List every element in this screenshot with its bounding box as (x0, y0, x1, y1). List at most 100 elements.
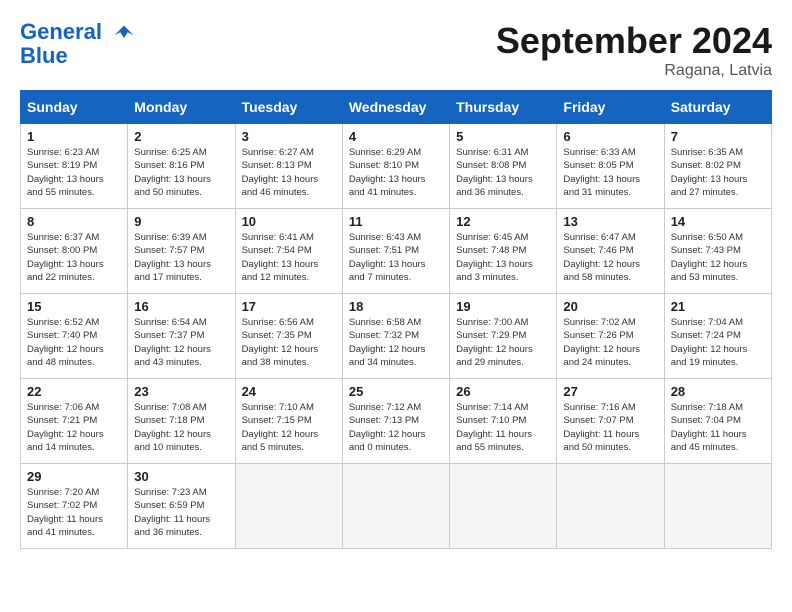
calendar-cell: 8 Sunrise: 6:37 AM Sunset: 8:00 PM Daylig… (21, 209, 128, 294)
day-info: Sunrise: 6:37 AM Sunset: 8:00 PM Dayligh… (27, 231, 121, 284)
calendar-cell: 3 Sunrise: 6:27 AM Sunset: 8:13 PM Daylig… (235, 124, 342, 209)
logo: General Blue (20, 20, 138, 68)
day-info: Sunrise: 7:12 AM Sunset: 7:13 PM Dayligh… (349, 401, 443, 454)
day-number: 22 (27, 384, 121, 399)
day-number: 18 (349, 299, 443, 314)
calendar-cell: 28 Sunrise: 7:18 AM Sunset: 7:04 PM Dayli… (664, 379, 771, 464)
calendar-cell: 15 Sunrise: 6:52 AM Sunset: 7:40 PM Dayli… (21, 294, 128, 379)
month-title: September 2024 (496, 20, 772, 62)
day-number: 3 (242, 129, 336, 144)
day-number: 19 (456, 299, 550, 314)
calendar-week-row: 1Sunrise: 6:23 AM Sunset: 8:19 PM Daylig… (21, 124, 772, 209)
header: General Blue September 2024 Ragana, Latv… (20, 20, 772, 80)
day-info: Sunrise: 7:06 AM Sunset: 7:21 PM Dayligh… (27, 401, 121, 454)
calendar-cell (664, 464, 771, 549)
calendar-cell (235, 464, 342, 549)
day-number: 15 (27, 299, 121, 314)
day-info: Sunrise: 6:23 AM Sunset: 8:19 PM Dayligh… (27, 146, 121, 199)
day-info: Sunrise: 6:58 AM Sunset: 7:32 PM Dayligh… (349, 316, 443, 369)
day-number: 13 (563, 214, 657, 229)
day-info: Sunrise: 6:52 AM Sunset: 7:40 PM Dayligh… (27, 316, 121, 369)
day-number: 6 (563, 129, 657, 144)
logo-bird-icon (110, 22, 138, 44)
day-number: 5 (456, 129, 550, 144)
weekday-header: Monday (128, 91, 235, 124)
day-number: 20 (563, 299, 657, 314)
day-info: Sunrise: 7:14 AM Sunset: 7:10 PM Dayligh… (456, 401, 550, 454)
day-number: 7 (671, 129, 765, 144)
weekday-header: Friday (557, 91, 664, 124)
calendar-week-row: 29 Sunrise: 7:20 AM Sunset: 7:02 PM Dayli… (21, 464, 772, 549)
calendar-week-row: 22 Sunrise: 7:06 AM Sunset: 7:21 PM Dayli… (21, 379, 772, 464)
calendar-cell: 30 Sunrise: 7:23 AM Sunset: 6:59 PM Dayli… (128, 464, 235, 549)
day-info: Sunrise: 6:35 AM Sunset: 8:02 PM Dayligh… (671, 146, 765, 199)
location: Ragana, Latvia (496, 62, 772, 80)
calendar-cell: 23 Sunrise: 7:08 AM Sunset: 7:18 PM Dayli… (128, 379, 235, 464)
calendar-cell: 25Sunrise: 7:12 AM Sunset: 7:13 PM Dayli… (342, 379, 449, 464)
day-number: 30 (134, 469, 228, 484)
calendar-week-row: 15 Sunrise: 6:52 AM Sunset: 7:40 PM Dayli… (21, 294, 772, 379)
day-number: 12 (456, 214, 550, 229)
logo-blue: Blue (20, 44, 138, 68)
day-number: 10 (242, 214, 336, 229)
weekday-header: Sunday (21, 91, 128, 124)
calendar-cell: 12Sunrise: 6:45 AM Sunset: 7:48 PM Dayli… (450, 209, 557, 294)
calendar-week-row: 8 Sunrise: 6:37 AM Sunset: 8:00 PM Daylig… (21, 209, 772, 294)
calendar-table: SundayMondayTuesdayWednesdayThursdayFrid… (20, 90, 772, 549)
calendar-cell: 19 Sunrise: 7:00 AM Sunset: 7:29 PM Dayli… (450, 294, 557, 379)
day-number: 17 (242, 299, 336, 314)
calendar-cell (557, 464, 664, 549)
weekday-header: Saturday (664, 91, 771, 124)
calendar-cell: 4 Sunrise: 6:29 AM Sunset: 8:10 PM Daylig… (342, 124, 449, 209)
weekday-header: Tuesday (235, 91, 342, 124)
calendar-cell: 22 Sunrise: 7:06 AM Sunset: 7:21 PM Dayli… (21, 379, 128, 464)
calendar-cell: 6 Sunrise: 6:33 AM Sunset: 8:05 PM Daylig… (557, 124, 664, 209)
day-info: Sunrise: 6:31 AM Sunset: 8:08 PM Dayligh… (456, 146, 550, 199)
calendar-cell: 7 Sunrise: 6:35 AM Sunset: 8:02 PM Daylig… (664, 124, 771, 209)
calendar-cell: 26 Sunrise: 7:14 AM Sunset: 7:10 PM Dayli… (450, 379, 557, 464)
day-number: 28 (671, 384, 765, 399)
day-number: 27 (563, 384, 657, 399)
day-info: Sunrise: 6:47 AM Sunset: 7:46 PM Dayligh… (563, 231, 657, 284)
calendar-cell (450, 464, 557, 549)
calendar-cell: 29 Sunrise: 7:20 AM Sunset: 7:02 PM Dayli… (21, 464, 128, 549)
day-number: 8 (27, 214, 121, 229)
day-info: Sunrise: 7:18 AM Sunset: 7:04 PM Dayligh… (671, 401, 765, 454)
day-info: Sunrise: 7:00 AM Sunset: 7:29 PM Dayligh… (456, 316, 550, 369)
calendar-cell: 5 Sunrise: 6:31 AM Sunset: 8:08 PM Daylig… (450, 124, 557, 209)
calendar-cell: 20 Sunrise: 7:02 AM Sunset: 7:26 PM Dayli… (557, 294, 664, 379)
day-info: Sunrise: 6:29 AM Sunset: 8:10 PM Dayligh… (349, 146, 443, 199)
day-info: Sunrise: 7:20 AM Sunset: 7:02 PM Dayligh… (27, 486, 121, 539)
day-info: Sunrise: 7:02 AM Sunset: 7:26 PM Dayligh… (563, 316, 657, 369)
day-number: 4 (349, 129, 443, 144)
calendar-cell: 16Sunrise: 6:54 AM Sunset: 7:37 PM Dayli… (128, 294, 235, 379)
weekday-header-row: SundayMondayTuesdayWednesdayThursdayFrid… (21, 91, 772, 124)
calendar-cell: 11Sunrise: 6:43 AM Sunset: 7:51 PM Dayli… (342, 209, 449, 294)
day-number: 14 (671, 214, 765, 229)
day-info: Sunrise: 6:50 AM Sunset: 7:43 PM Dayligh… (671, 231, 765, 284)
day-number: 16 (134, 299, 228, 314)
calendar-cell (342, 464, 449, 549)
calendar-cell: 9 Sunrise: 6:39 AM Sunset: 7:57 PM Daylig… (128, 209, 235, 294)
calendar-cell: 1Sunrise: 6:23 AM Sunset: 8:19 PM Daylig… (21, 124, 128, 209)
calendar-cell: 2 Sunrise: 6:25 AM Sunset: 8:16 PM Daylig… (128, 124, 235, 209)
day-info: Sunrise: 7:08 AM Sunset: 7:18 PM Dayligh… (134, 401, 228, 454)
day-number: 29 (27, 469, 121, 484)
day-info: Sunrise: 6:25 AM Sunset: 8:16 PM Dayligh… (134, 146, 228, 199)
day-info: Sunrise: 6:27 AM Sunset: 8:13 PM Dayligh… (242, 146, 336, 199)
day-number: 26 (456, 384, 550, 399)
day-number: 24 (242, 384, 336, 399)
day-number: 23 (134, 384, 228, 399)
calendar-cell: 13 Sunrise: 6:47 AM Sunset: 7:46 PM Dayli… (557, 209, 664, 294)
weekday-header: Wednesday (342, 91, 449, 124)
day-info: Sunrise: 6:39 AM Sunset: 7:57 PM Dayligh… (134, 231, 228, 284)
calendar-cell: 21Sunrise: 7:04 AM Sunset: 7:24 PM Dayli… (664, 294, 771, 379)
day-info: Sunrise: 7:04 AM Sunset: 7:24 PM Dayligh… (671, 316, 765, 369)
day-info: Sunrise: 6:43 AM Sunset: 7:51 PM Dayligh… (349, 231, 443, 284)
day-number: 9 (134, 214, 228, 229)
day-info: Sunrise: 6:41 AM Sunset: 7:54 PM Dayligh… (242, 231, 336, 284)
day-info: Sunrise: 7:23 AM Sunset: 6:59 PM Dayligh… (134, 486, 228, 539)
weekday-header: Thursday (450, 91, 557, 124)
day-number: 2 (134, 129, 228, 144)
day-info: Sunrise: 6:33 AM Sunset: 8:05 PM Dayligh… (563, 146, 657, 199)
